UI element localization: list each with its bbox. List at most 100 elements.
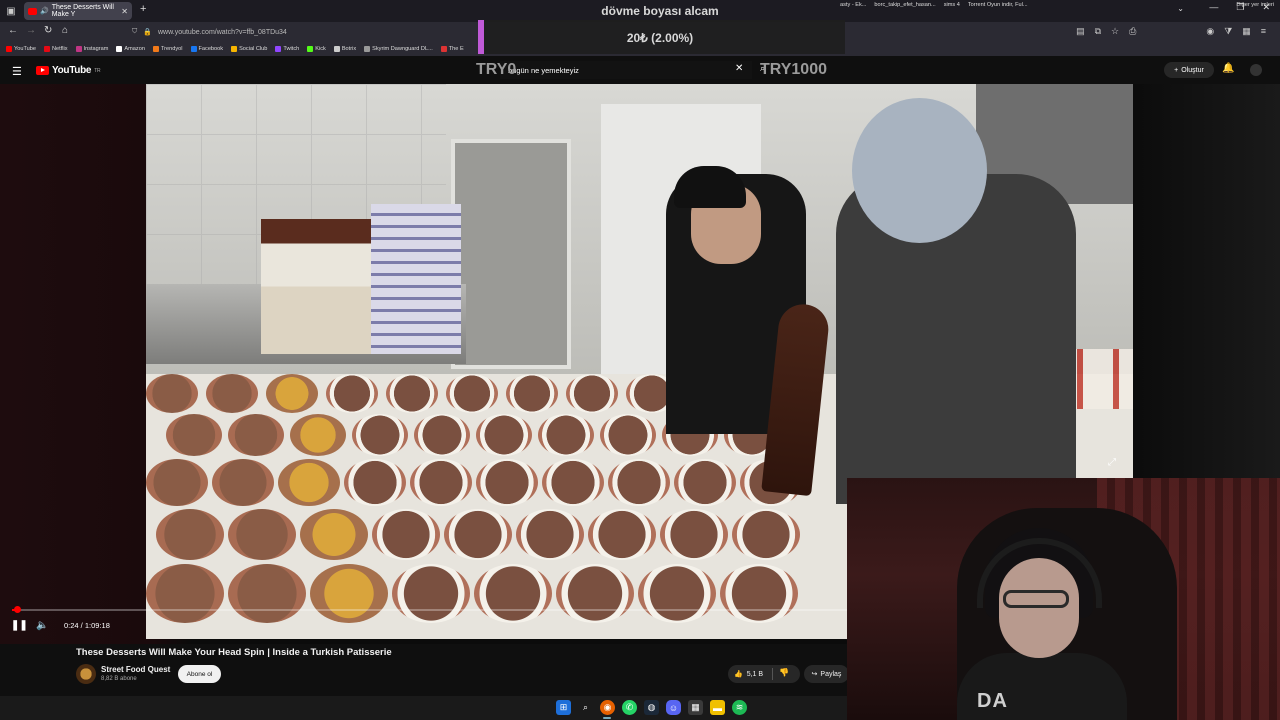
video-frame-tart xyxy=(290,414,346,456)
subscribe-button[interactable]: Abone ol xyxy=(178,665,221,683)
video-frame-tart xyxy=(638,564,716,623)
video-frame-tart xyxy=(326,374,378,413)
video-frame-tart xyxy=(344,459,406,506)
video-frame-tart xyxy=(516,509,584,560)
video-frame-tart xyxy=(556,564,634,623)
bookmark-star-icon[interactable]: ☆ xyxy=(1111,26,1119,37)
spotify-icon[interactable]: ≋ xyxy=(732,700,747,715)
extensions-icon[interactable]: ⧩ xyxy=(1224,26,1232,37)
like-divider xyxy=(772,668,773,680)
progress-bar[interactable] xyxy=(12,609,847,611)
video-frame-tart xyxy=(608,459,670,506)
create-button[interactable]: + Oluştur xyxy=(1164,62,1214,78)
youtube-logo[interactable]: YouTube TR xyxy=(36,65,101,76)
volume-icon[interactable]: 🔈 xyxy=(36,620,48,631)
forward-icon[interactable]: → xyxy=(26,25,36,36)
screenshot-icon[interactable]: ⎙ xyxy=(1129,26,1136,37)
taskbar-search-icon[interactable]: ⌕ xyxy=(578,700,593,715)
media-icon[interactable]: ▦ xyxy=(688,700,703,715)
steam-icon[interactable]: ◍ xyxy=(644,700,659,715)
video-frame-tart xyxy=(310,564,388,623)
other-bookmarks[interactable]: Diğer yer imleri xyxy=(1236,2,1274,8)
reader-icon[interactable]: ▤ xyxy=(1076,26,1085,37)
speaker-icon[interactable]: 🔊 xyxy=(40,7,49,15)
video-frame-tart xyxy=(720,564,798,623)
notifications-bell-icon[interactable]: 🔔 xyxy=(1222,63,1234,74)
user-avatar[interactable] xyxy=(1250,64,1262,76)
bookmark-trendyol[interactable]: Trendyol xyxy=(152,46,183,52)
firefox-icon[interactable]: ◉ xyxy=(600,700,615,715)
video-frame-tart xyxy=(674,459,736,506)
video-frame-tart xyxy=(372,509,440,560)
bookmark-netflix[interactable]: Netflix xyxy=(43,46,68,52)
bookmark-folder-sims[interactable]: sims 4 xyxy=(944,2,960,8)
browser-tab[interactable]: 🔊 These Desserts Will Make Y ✕ xyxy=(24,2,132,20)
bookmark-instagram[interactable]: Instagram xyxy=(75,46,108,52)
video-frame-tart xyxy=(228,509,296,560)
video-frame-tart xyxy=(538,414,594,456)
video-frame-tart xyxy=(146,459,208,506)
video-frame-egg-trays xyxy=(371,204,461,354)
video-title: These Desserts Will Make Your Head Spin … xyxy=(76,647,392,658)
bookmark-botrix[interactable]: Botrix xyxy=(333,46,356,52)
search-clear-icon[interactable]: ✕ xyxy=(735,63,743,74)
like-button[interactable]: 👍 5,1 B xyxy=(728,665,800,683)
hamburger-menu-icon[interactable]: ☰ xyxy=(12,65,22,78)
video-frame-tart xyxy=(542,459,604,506)
tab-close-icon[interactable]: ✕ xyxy=(121,7,128,16)
video-frame-tart xyxy=(506,374,558,413)
search-input[interactable]: bugün ne yemekteyiz xyxy=(500,61,752,79)
video-frame-tart xyxy=(266,374,318,413)
file-explorer-icon[interactable]: ▬ xyxy=(710,700,725,715)
shield-icon[interactable]: ⛉ xyxy=(132,28,137,36)
windows-start-icon[interactable]: ⊞ xyxy=(556,700,571,715)
bookmark-the-e[interactable]: The E xyxy=(440,46,464,52)
video-frame-tart xyxy=(392,564,470,623)
bookmark-kick[interactable]: Kick xyxy=(307,46,326,52)
bookmark-amazon[interactable]: Amazon xyxy=(116,46,145,52)
pip-icon[interactable]: ⧉ xyxy=(1095,26,1101,37)
bookmark-skyrim[interactable]: Skyrim Dawnguard DL... xyxy=(364,46,433,52)
bookmark-item[interactable]: borc_takip_efet_hasan... xyxy=(874,2,935,8)
bookmark-facebook[interactable]: Facebook xyxy=(190,46,223,52)
progress-scrubber[interactable] xyxy=(14,606,21,613)
donation-goal-amount: 20₺ (2.00%) xyxy=(626,31,694,45)
video-frame-hairnet xyxy=(852,98,987,243)
addon-icon[interactable]: ▦ xyxy=(1242,26,1251,37)
tab-overview-icon[interactable]: ▣ xyxy=(2,2,20,20)
bookmark-twitch[interactable]: Twitch xyxy=(275,46,299,52)
channel-avatar[interactable] xyxy=(76,664,96,684)
video-frame-tart xyxy=(476,459,538,506)
bookmark-social-club[interactable]: Social Club xyxy=(231,46,267,52)
pause-icon[interactable]: ❚❚ xyxy=(11,620,28,631)
bookmark-item[interactable]: asty - Ek... xyxy=(840,2,866,8)
donation-goal-start: TRY0 xyxy=(476,61,517,78)
discord-icon[interactable]: ☺ xyxy=(666,700,681,715)
bookmark-youtube[interactable]: YouTube xyxy=(6,46,36,52)
home-icon[interactable]: ⌂ xyxy=(62,25,68,36)
bookmark-item[interactable]: Torrent Oyun indir, Ful... xyxy=(968,2,1028,8)
video-frame-tart xyxy=(166,414,222,456)
tab-list-chevron-icon[interactable]: ⌄ xyxy=(1177,4,1184,13)
video-frame-chef-hat xyxy=(674,166,746,208)
url-text[interactable]: www.youtube.com/watch?v=ffb_08TDu34 xyxy=(158,29,287,36)
like-count: 5,1 B xyxy=(746,670,764,678)
channel-name[interactable]: Street Food Quest xyxy=(101,665,170,674)
new-tab-icon[interactable]: + xyxy=(140,3,146,15)
video-frame-tart xyxy=(156,509,224,560)
video-frame-tart xyxy=(228,564,306,623)
back-icon[interactable]: ← xyxy=(8,25,18,36)
thumbs-down-icon[interactable]: 👎 xyxy=(779,668,789,677)
video-frame-tart xyxy=(300,509,368,560)
lock-icon[interactable]: 🔒 xyxy=(143,28,152,36)
menu-icon[interactable]: ≡ xyxy=(1261,26,1266,37)
miniplayer-expand-icon[interactable]: ⤢ xyxy=(1108,457,1116,468)
share-button[interactable]: ↪ Paylaş xyxy=(804,665,849,683)
video-frame-tart xyxy=(446,374,498,413)
video-frame-tart xyxy=(228,414,284,456)
whatsapp-icon[interactable]: ✆ xyxy=(622,700,637,715)
reload-icon[interactable]: ↻ xyxy=(44,25,52,36)
account-icon[interactable]: ◉ xyxy=(1206,26,1214,37)
minimize-icon[interactable]: — xyxy=(1209,2,1218,13)
webcam-shirt-text: DA xyxy=(977,690,1008,712)
